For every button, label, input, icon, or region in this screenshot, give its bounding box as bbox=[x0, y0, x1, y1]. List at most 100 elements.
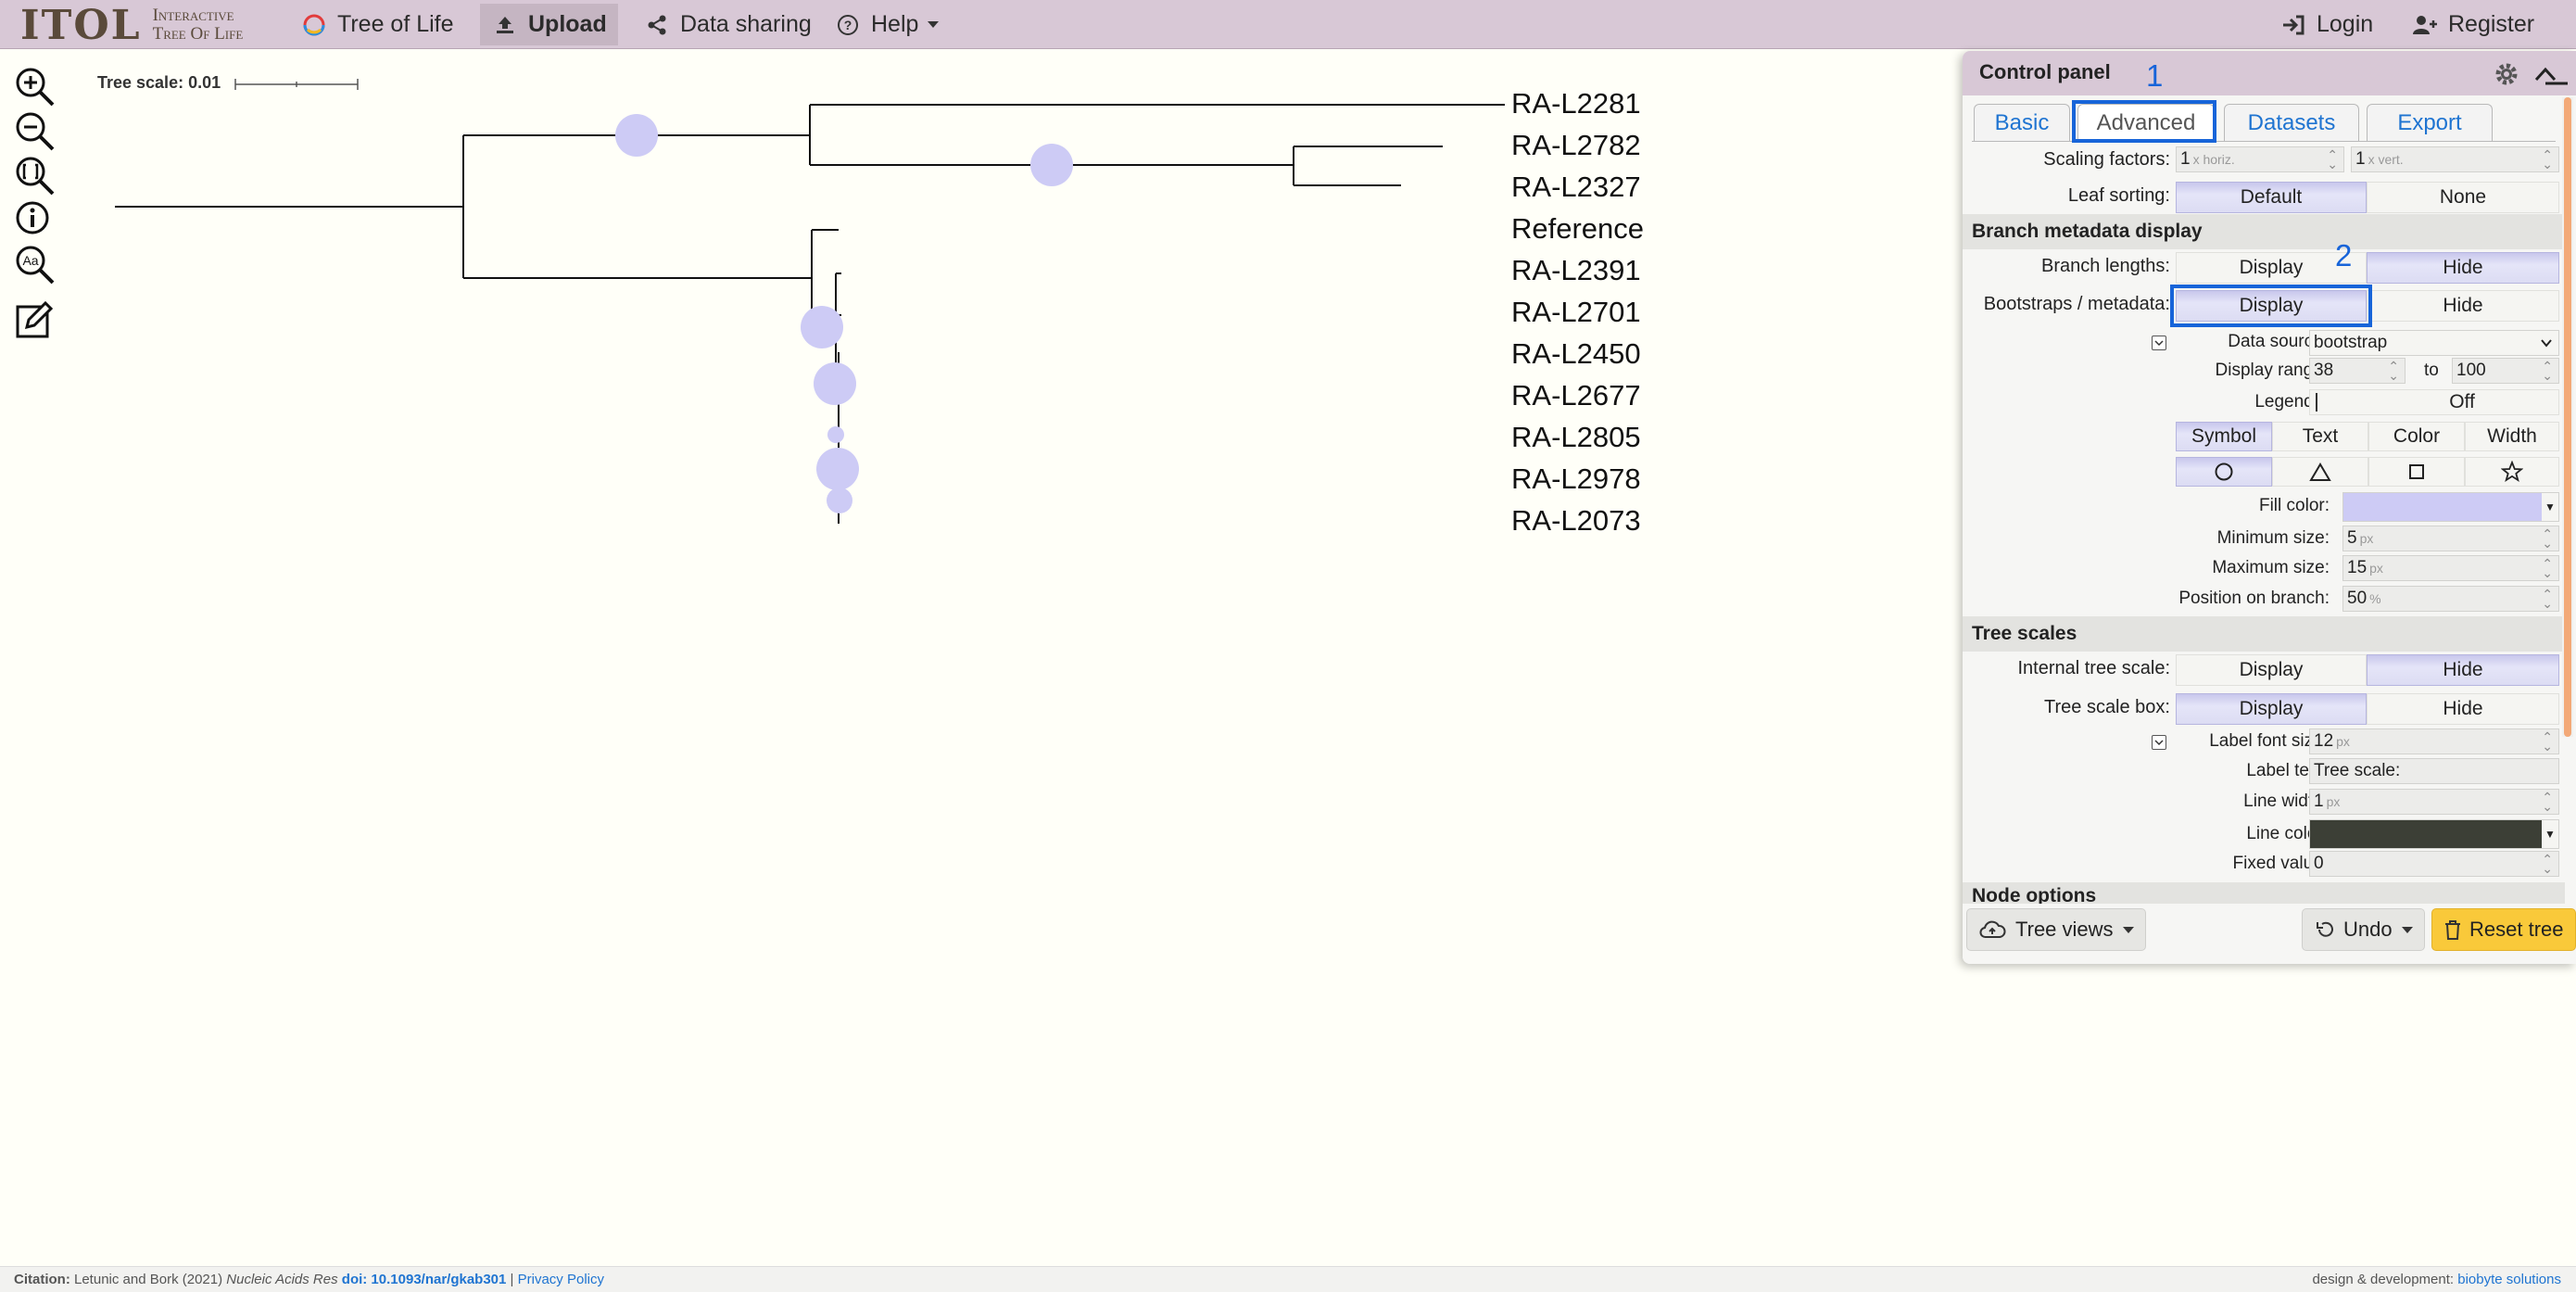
nav-login[interactable]: Login bbox=[2268, 4, 2384, 45]
citation-doi-link[interactable]: doi: 10.1093/nar/gkab301 bbox=[342, 1272, 507, 1287]
citation: Citation: Letunic and Bork (2021) Nuclei… bbox=[14, 1272, 604, 1287]
section-branch-metadata[interactable]: Branch metadata display bbox=[1963, 214, 2565, 249]
bootstrap-circle bbox=[801, 306, 843, 348]
tree-scale-box-hide-button[interactable]: Hide bbox=[2367, 693, 2559, 725]
section-tree-scales[interactable]: Tree scales bbox=[1963, 616, 2565, 652]
stepper-icon[interactable]: ⌃ ⌄ bbox=[2542, 360, 2553, 382]
leaf-label[interactable]: RA-L2805 bbox=[1511, 421, 1641, 454]
legend-toggle[interactable]: Off bbox=[2309, 389, 2559, 415]
fill-color-label: Fill color: bbox=[2258, 496, 2330, 515]
tree-canvas[interactable] bbox=[0, 49, 1946, 1254]
bootstrap-circle bbox=[816, 448, 859, 490]
stepper-icon[interactable]: ⌃ ⌄ bbox=[2542, 853, 2553, 875]
position-on-branch-input[interactable]: 50 % ⌃ ⌄ bbox=[2342, 586, 2559, 612]
leaf-label[interactable]: RA-L2782 bbox=[1511, 129, 1641, 162]
scaling-horizontal-input[interactable]: 1 x horiz. ⌃ ⌄ bbox=[2176, 146, 2344, 172]
nav-tree-of-life-label: Tree of Life bbox=[337, 11, 454, 37]
nav-register[interactable]: Register bbox=[2400, 4, 2545, 45]
collapse-toggle-icon[interactable] bbox=[2152, 336, 2166, 350]
symbol-circle-button[interactable] bbox=[2176, 457, 2272, 487]
tab-export[interactable]: Export bbox=[2367, 104, 2493, 141]
chevron-down-icon: ▼ bbox=[2542, 820, 2558, 848]
symbol-star-button[interactable] bbox=[2465, 457, 2559, 487]
collapse-toggle-icon[interactable] bbox=[2152, 735, 2166, 750]
reset-tree-button[interactable]: Reset tree bbox=[2431, 908, 2576, 951]
scaling-horizontal-value: 1 bbox=[2180, 149, 2191, 169]
stepper-icon[interactable]: ⌃ ⌄ bbox=[2542, 527, 2553, 550]
star-icon bbox=[2501, 461, 2523, 483]
position-on-branch-value: 50 bbox=[2347, 589, 2368, 608]
data-source-value: bootstrap bbox=[2314, 333, 2388, 352]
leaf-label[interactable]: RA-L2327 bbox=[1511, 171, 1641, 204]
leaf-label[interactable]: RA-L2450 bbox=[1511, 337, 1641, 371]
control-panel-scrollbar[interactable] bbox=[2562, 97, 2573, 737]
control-panel-header[interactable]: Control panel bbox=[1963, 51, 2576, 95]
bootstraps-hide-button[interactable]: Hide bbox=[2367, 290, 2559, 322]
tree-scale-box-display-button[interactable]: Display bbox=[2176, 693, 2367, 725]
leaf-label[interactable]: RA-L2677 bbox=[1511, 379, 1641, 412]
nav-tree-of-life[interactable]: Tree of Life bbox=[289, 4, 465, 45]
label-font-size-unit: px bbox=[2336, 734, 2350, 749]
nav-login-label: Login bbox=[2317, 11, 2374, 37]
reset-tree-label: Reset tree bbox=[2469, 918, 2564, 941]
stepper-icon[interactable]: ⌃ ⌄ bbox=[2542, 791, 2553, 813]
style-tab-color[interactable]: Color bbox=[2368, 422, 2465, 451]
leaf-label[interactable]: RA-L2073 bbox=[1511, 504, 1641, 538]
line-width-input[interactable]: 1 px ⌃ ⌄ bbox=[2309, 789, 2559, 815]
internal-tree-scale-hide-button[interactable]: Hide bbox=[2367, 654, 2559, 686]
bootstraps-label: Bootstraps / metadata: bbox=[1983, 294, 2170, 314]
stepper-icon[interactable]: ⌃ ⌄ bbox=[2542, 148, 2553, 171]
line-color-picker[interactable]: ▼ bbox=[2309, 819, 2559, 849]
style-tab-text[interactable]: Text bbox=[2272, 422, 2368, 451]
design-company-link[interactable]: biobyte solutions bbox=[2457, 1272, 2561, 1287]
maximum-size-input[interactable]: 15 px ⌃ ⌄ bbox=[2342, 555, 2559, 581]
branch-lengths-hide-button[interactable]: Hide bbox=[2367, 252, 2559, 284]
stepper-icon[interactable]: ⌃ ⌄ bbox=[2542, 588, 2553, 610]
display-range-max-input[interactable]: 100 ⌃ ⌄ bbox=[2452, 358, 2559, 384]
display-range-min-value: 38 bbox=[2314, 361, 2334, 380]
fill-color-picker[interactable]: ▼ bbox=[2342, 492, 2559, 522]
symbol-square-button[interactable] bbox=[2368, 457, 2465, 487]
settings-gear-icon[interactable] bbox=[2493, 60, 2520, 88]
minimum-size-input[interactable]: 5 px ⌃ ⌄ bbox=[2342, 526, 2559, 551]
label-text-value: Tree scale: bbox=[2314, 761, 2401, 780]
label-font-size-input[interactable]: 12 px ⌃ ⌄ bbox=[2309, 728, 2559, 754]
style-tab-width[interactable]: Width bbox=[2465, 422, 2559, 451]
nav-upload[interactable]: Upload bbox=[480, 4, 618, 45]
nav-help[interactable]: ? Help bbox=[823, 4, 950, 45]
leaf-label[interactable]: RA-L2978 bbox=[1511, 462, 1641, 496]
scaling-vertical-input[interactable]: 1 x vert. ⌃ ⌄ bbox=[2351, 146, 2559, 172]
tree-views-button[interactable]: Tree views bbox=[1966, 908, 2146, 951]
leaf-sorting-none-button[interactable]: None bbox=[2367, 182, 2559, 213]
leaf-label[interactable]: RA-L2391 bbox=[1511, 254, 1641, 287]
stepper-icon[interactable]: ⌃ ⌄ bbox=[2388, 360, 2399, 382]
itol-logo[interactable]: ITOL Interactive Tree Of Life bbox=[20, 2, 244, 49]
scrollbar-thumb[interactable] bbox=[2564, 97, 2571, 737]
annotation-number-1: 1 bbox=[2146, 58, 2164, 93]
bootstrap-circle bbox=[1030, 144, 1073, 186]
display-range-min-input[interactable]: 38 ⌃ ⌄ bbox=[2309, 358, 2406, 384]
stepper-icon[interactable]: ⌃ ⌄ bbox=[2542, 730, 2553, 753]
annotation-number-2: 2 bbox=[2335, 238, 2353, 272]
leaf-sorting-default-button[interactable]: Default bbox=[2176, 182, 2367, 213]
leaf-label[interactable]: RA-L2701 bbox=[1511, 296, 1641, 329]
logo-subtitle-line-2: Tree Of Life bbox=[152, 24, 244, 44]
minimize-icon[interactable] bbox=[2543, 60, 2570, 88]
internal-tree-scale-display-button[interactable]: Display bbox=[2176, 654, 2367, 686]
data-source-select[interactable]: bootstrap bbox=[2309, 330, 2559, 356]
stepper-icon[interactable]: ⌃ ⌄ bbox=[2327, 148, 2338, 171]
fixed-value-input[interactable]: 0 ⌃ ⌄ bbox=[2309, 851, 2559, 877]
leaf-label[interactable]: Reference bbox=[1511, 212, 1644, 246]
leaf-label[interactable]: RA-L2281 bbox=[1511, 87, 1641, 120]
privacy-policy-link[interactable]: Privacy Policy bbox=[518, 1272, 604, 1287]
control-panel-title: Control panel bbox=[1979, 60, 2111, 83]
highlight-box-bootstraps-display bbox=[2170, 285, 2372, 327]
tab-datasets[interactable]: Datasets bbox=[2224, 104, 2359, 141]
symbol-triangle-button[interactable] bbox=[2272, 457, 2368, 487]
tab-basic[interactable]: Basic bbox=[1974, 104, 2070, 141]
stepper-icon[interactable]: ⌃ ⌄ bbox=[2542, 557, 2553, 579]
label-text-input[interactable]: Tree scale: bbox=[2309, 758, 2559, 784]
style-tab-symbol[interactable]: Symbol bbox=[2176, 422, 2272, 451]
nav-data-sharing[interactable]: Data sharing bbox=[632, 4, 823, 45]
undo-button[interactable]: Undo bbox=[2302, 908, 2425, 951]
